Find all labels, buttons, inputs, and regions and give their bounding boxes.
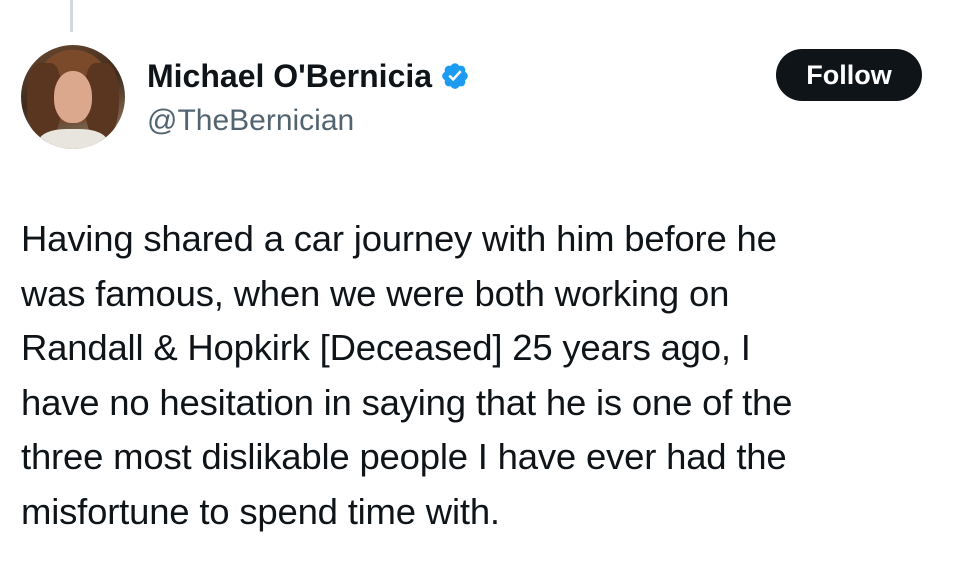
thread-connector-line [70, 0, 73, 32]
verified-badge-icon [440, 61, 470, 91]
author-handle[interactable]: @TheBernician [147, 102, 354, 140]
avatar[interactable] [21, 45, 125, 149]
follow-button[interactable]: Follow [776, 49, 922, 101]
author-display-name[interactable]: Michael O'Bernicia [147, 56, 432, 96]
tweet-text: Having shared a car journey with him bef… [21, 218, 793, 532]
author-name-row: Michael O'Bernicia [147, 56, 470, 96]
